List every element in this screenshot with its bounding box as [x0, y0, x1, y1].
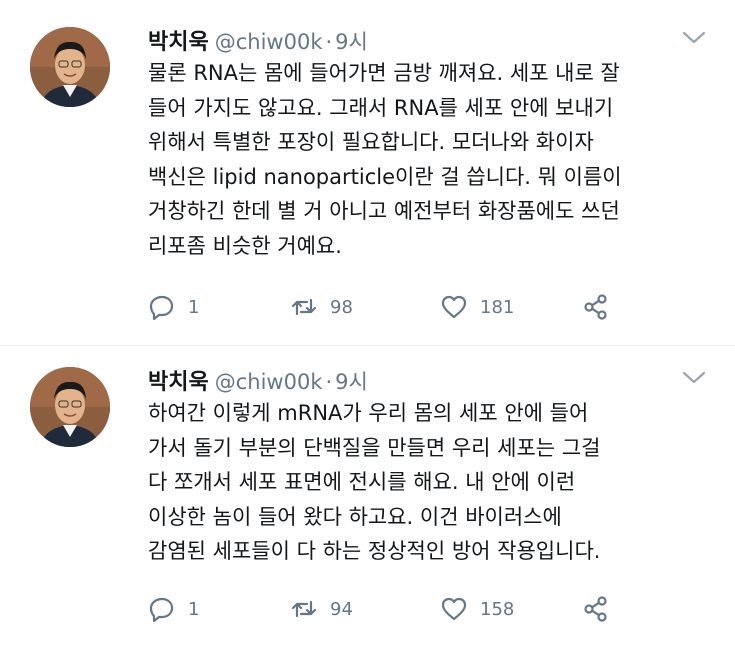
tweet-actions: 1 98 181 — [148, 292, 628, 322]
retweet-icon — [291, 298, 317, 316]
avatar-photo — [30, 367, 110, 447]
share-button[interactable] — [582, 594, 610, 624]
separator-dot: · — [325, 30, 333, 54]
share-icon — [584, 596, 607, 622]
chevron-down-icon[interactable] — [681, 368, 707, 388]
reply-icon — [149, 295, 174, 321]
reply-count: 1 — [188, 598, 200, 620]
tweet-text: 물론 RNA는 몸에 들어가면 금방 깨져요. 세포 내로 잘 들어 가지도 않… — [148, 61, 622, 258]
heart-icon — [441, 597, 467, 621]
tweet-header: 박치욱 @chiw00k · 9시 — [148, 364, 368, 395]
retweet-count: 98 — [330, 296, 353, 318]
tweet-text: 하여간 이렇게 mRNA가 우리 몸의 세포 안에 들어 가서 돌기 부분의 단… — [148, 401, 601, 563]
reply-button[interactable]: 1 — [148, 594, 199, 624]
timestamp[interactable]: 9시 — [335, 370, 368, 394]
user-handle[interactable]: @chiw00k — [215, 30, 323, 54]
tweet-actions: 1 94 158 — [148, 594, 628, 624]
like-button[interactable]: 158 — [440, 594, 514, 624]
retweet-button[interactable]: 98 — [290, 292, 353, 322]
retweet-icon — [291, 600, 317, 618]
display-name[interactable]: 박치욱 — [148, 30, 209, 55]
tweet-header: 박치욱 @chiw00k · 9시 — [148, 24, 368, 55]
tweet[interactable]: 박치욱 @chiw00k · 9시 물론 RNA는 몸에 들어가면 금방 깨져요. 세… — [0, 0, 735, 345]
reply-button[interactable]: 1 — [148, 292, 199, 322]
user-handle[interactable]: @chiw00k — [215, 370, 323, 394]
heart-icon — [441, 295, 467, 319]
tweet[interactable]: 박치욱 @chiw00k · 9시 하여간 이렇게 mRNA가 우리 몸의 세포 안에… — [0, 345, 735, 654]
avatar-photo — [30, 27, 110, 107]
separator-dot: · — [325, 370, 333, 394]
retweet-button[interactable]: 94 — [290, 594, 353, 624]
avatar[interactable] — [30, 27, 110, 107]
chevron-down-icon[interactable] — [681, 28, 707, 48]
share-button[interactable] — [582, 292, 610, 322]
share-icon — [584, 294, 607, 320]
like-count: 158 — [480, 598, 515, 620]
avatar[interactable] — [30, 367, 110, 447]
reply-count: 1 — [188, 296, 200, 318]
timestamp[interactable]: 9시 — [335, 30, 368, 54]
retweet-count: 94 — [330, 598, 353, 620]
like-count: 181 — [480, 296, 515, 318]
like-button[interactable]: 181 — [440, 292, 514, 322]
display-name[interactable]: 박치욱 — [148, 370, 209, 395]
reply-icon — [149, 597, 174, 623]
